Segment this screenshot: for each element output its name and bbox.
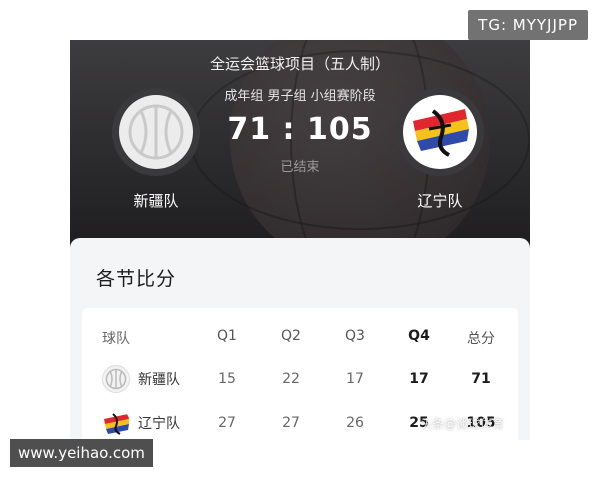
score-cell-q1: 27 [218, 415, 236, 431]
column-header-q3: Q3 [345, 328, 365, 344]
column-header-q2: Q2 [281, 328, 301, 344]
watermark-telegram: TG: MYYJJPP [468, 10, 588, 40]
match-header: 全运会篮球项目（五人制） 成年组 男子组 小组赛阶段 71 : 105 已结束 … [70, 40, 530, 300]
watermark-website: www.yeihao.com [10, 439, 153, 467]
home-team-logo[interactable] [112, 88, 200, 176]
table-row-team[interactable]: 新疆队 [102, 365, 180, 393]
away-team-name[interactable]: 辽宁队 [390, 190, 490, 211]
away-team-logo[interactable] [396, 88, 484, 176]
screenshot-page: TG: MYYJJPP 全运会篮球项目（五人制） 成年组 男子组 小组赛阶段 7… [0, 0, 600, 480]
liaoning-logo-icon [403, 95, 477, 169]
score-cell-q2: 22 [282, 371, 300, 387]
quarter-scores-panel: 各节比分 球队 Q1 Q2 Q3 Q4 总分 新疆队 15 22 17 17 7… [70, 238, 530, 440]
basketball-icon [119, 95, 193, 169]
column-header-team: 球队 [102, 331, 130, 347]
table-row-team[interactable]: 辽宁队 [102, 409, 180, 437]
match-card: 全运会篮球项目（五人制） 成年组 男子组 小组赛阶段 71 : 105 已结束 … [70, 40, 530, 440]
basketball-icon [102, 365, 130, 393]
team-name-cell: 新疆队 [138, 372, 180, 388]
column-header-total: 总分 [467, 331, 495, 347]
column-header-q4: Q4 [408, 328, 430, 344]
quarter-scores-title: 各节比分 [96, 268, 177, 290]
score-cell-q4: 17 [409, 371, 429, 387]
watermark-toutiao: 头条@谈球体育 [420, 417, 505, 431]
score-cell-q3: 17 [346, 371, 364, 387]
score-cell-q3: 26 [346, 415, 364, 431]
score-cell-q1: 15 [218, 371, 236, 387]
score-cell-total: 71 [471, 371, 491, 387]
column-header-q1: Q1 [217, 328, 237, 344]
team-name-cell: 辽宁队 [138, 416, 180, 432]
score-cell-q2: 27 [282, 415, 300, 431]
liaoning-logo-icon [102, 409, 130, 437]
event-title: 全运会篮球项目（五人制） [209, 55, 390, 73]
home-team-name[interactable]: 新疆队 [106, 190, 206, 211]
